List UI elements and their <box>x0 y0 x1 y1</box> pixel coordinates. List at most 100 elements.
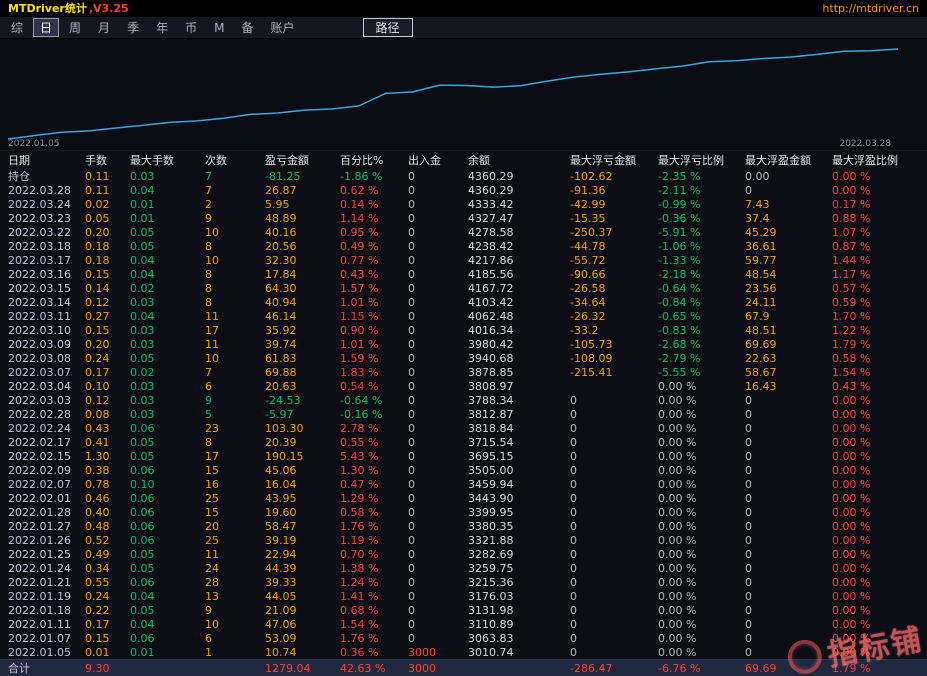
app-version: ,V3.25 <box>89 0 129 17</box>
cell-count: 13 <box>205 591 265 602</box>
cell-pnl: 69.88 <box>265 367 340 378</box>
table-row[interactable]: 2022.01.180.220.05921.090.68 %03131.9800… <box>0 603 927 617</box>
table-row[interactable]: 2022.01.270.480.062058.471.76 %03380.350… <box>0 519 927 533</box>
menu-item-8[interactable]: 备 <box>234 18 260 37</box>
column-header-max-float-profit: 最大浮盈金额 <box>745 155 832 166</box>
cell-max-float-profit: 7.43 <box>745 199 832 210</box>
table-row[interactable]: 持仓0.110.037-81.25-1.86 %04360.29-102.62-… <box>0 169 927 183</box>
cell-count: 9 <box>205 213 265 224</box>
table-row[interactable]: 2022.03.070.170.02769.881.83 %03878.85-2… <box>0 365 927 379</box>
cell-max-float-profit: 67.9 <box>745 311 832 322</box>
table-row[interactable]: 2022.01.280.400.061519.600.58 %03399.950… <box>0 505 927 519</box>
table-row[interactable]: 2022.01.250.490.051122.940.70 %03282.690… <box>0 547 927 561</box>
cell-pct: 1.01 % <box>340 339 408 350</box>
cell-max-float-profit: 58.67 <box>745 367 832 378</box>
total-row[interactable]: 合计9.301279.0442.63 %3000-286.47-6.76 %69… <box>0 659 927 676</box>
menu-item-9[interactable]: 账户 <box>263 18 301 37</box>
cell-cash-flow: 0 <box>408 171 468 182</box>
cell-count: 8 <box>205 297 265 308</box>
cell-max-lots: 0.06 <box>130 633 205 644</box>
cell-max-float-profit: 0 <box>745 423 832 434</box>
cell-lots: 9.30 <box>85 663 130 674</box>
table-row[interactable]: 2022.03.040.100.03620.630.54 %03808.970.… <box>0 379 927 393</box>
cell-max-float-loss-pct: 0.00 % <box>658 619 745 630</box>
cell-date: 2022.01.21 <box>8 577 85 588</box>
menu-item-7[interactable]: M <box>207 20 231 36</box>
table-row[interactable]: 2022.02.070.780.101616.040.47 %03459.940… <box>0 477 927 491</box>
cell-max-float-loss: -105.73 <box>570 339 658 350</box>
cell-max-float-loss: -286.47 <box>570 663 658 674</box>
cell-max-float-profit: 0 <box>745 605 832 616</box>
table-row[interactable]: 2022.03.180.180.05820.560.49 %04238.42-4… <box>0 239 927 253</box>
cell-max-lots: 0.04 <box>130 269 205 280</box>
cell-max-lots: 0.06 <box>130 577 205 588</box>
table-row[interactable]: 2022.03.150.140.02864.301.57 %04167.72-2… <box>0 281 927 295</box>
table-row[interactable]: 2022.01.110.170.041047.061.54 %03110.890… <box>0 617 927 631</box>
cell-max-float-profit-pct: 0.00 % <box>832 465 927 476</box>
table-row[interactable]: 2022.03.230.050.01948.891.14 %04327.47-1… <box>0 211 927 225</box>
cell-max-float-profit-pct: 0.00 % <box>832 171 927 182</box>
cell-balance: 4185.56 <box>468 269 570 280</box>
cell-lots: 0.02 <box>85 199 130 210</box>
menu-item-5[interactable]: 年 <box>149 18 175 37</box>
table-row[interactable]: 2022.01.190.240.041344.051.41 %03176.030… <box>0 589 927 603</box>
cell-cash-flow: 0 <box>408 507 468 518</box>
table-row[interactable]: 2022.03.030.120.039-24.53-0.64 %03788.34… <box>0 393 927 407</box>
table-row[interactable]: 2022.02.280.080.035-5.97-0.16 %03812.870… <box>0 407 927 421</box>
table-row[interactable]: 2022.01.260.520.062539.191.19 %03321.880… <box>0 533 927 547</box>
cell-max-float-loss: -55.72 <box>570 255 658 266</box>
cell-max-float-loss-pct: 0.00 % <box>658 381 745 392</box>
table-row[interactable]: 2022.01.050.010.01110.740.36 %30003010.7… <box>0 645 927 659</box>
table-row[interactable]: 2022.02.010.460.062543.951.29 %03443.900… <box>0 491 927 505</box>
cell-count: 15 <box>205 465 265 476</box>
cell-count: 8 <box>205 283 265 294</box>
table-row[interactable]: 2022.03.110.270.041146.141.15 %04062.48-… <box>0 309 927 323</box>
cell-count: 16 <box>205 479 265 490</box>
cell-max-float-profit-pct: 0.88 % <box>832 213 927 224</box>
cell-pnl: 64.30 <box>265 283 340 294</box>
table-row[interactable]: 2022.03.140.120.03840.941.01 %04103.42-3… <box>0 295 927 309</box>
table-row[interactable]: 2022.03.170.180.041032.300.77 %04217.86-… <box>0 253 927 267</box>
table-row[interactable]: 2022.02.090.380.061545.061.30 %03505.000… <box>0 463 927 477</box>
cell-cash-flow: 0 <box>408 479 468 490</box>
cell-count: 10 <box>205 227 265 238</box>
table-row[interactable]: 2022.03.280.110.04726.870.62 %04360.29-9… <box>0 183 927 197</box>
cell-max-lots: 0.03 <box>130 297 205 308</box>
menu-item-3[interactable]: 月 <box>91 18 117 37</box>
table-row[interactable]: 2022.02.170.410.05820.390.55 %03715.5400… <box>0 435 927 449</box>
cell-max-float-profit-pct: 1.44 % <box>832 255 927 266</box>
cell-pct: 0.14 % <box>340 199 408 210</box>
table-row[interactable]: 2022.01.210.550.062839.331.24 %03215.360… <box>0 575 927 589</box>
table-row[interactable]: 2022.03.220.200.051040.160.95 %04278.58-… <box>0 225 927 239</box>
table-row[interactable]: 2022.03.240.020.0125.950.14 %04333.42-42… <box>0 197 927 211</box>
table-row[interactable]: 2022.02.240.430.0623103.302.78 %03818.84… <box>0 421 927 435</box>
table-row[interactable]: 2022.03.080.240.051061.831.59 %03940.68-… <box>0 351 927 365</box>
cell-pct: 0.49 % <box>340 241 408 252</box>
cell-cash-flow: 0 <box>408 563 468 574</box>
menu-item-1[interactable]: 日 <box>33 18 59 37</box>
menu-item-4[interactable]: 季 <box>120 18 146 37</box>
cell-count: 7 <box>205 171 265 182</box>
cell-pnl: 53.09 <box>265 633 340 644</box>
cell-max-float-profit-pct: 0.00 % <box>832 647 927 658</box>
cell-date: 2022.02.09 <box>8 465 85 476</box>
menu-item-2[interactable]: 周 <box>62 18 88 37</box>
menu-item-0[interactable]: 综 <box>4 18 30 37</box>
table-row[interactable]: 2022.01.070.150.06653.091.76 %03063.8300… <box>0 631 927 645</box>
menu-item-6[interactable]: 币 <box>178 18 204 37</box>
cell-balance: 3215.36 <box>468 577 570 588</box>
cell-max-float-profit-pct: 0.00 % <box>832 521 927 532</box>
cell-count: 15 <box>205 507 265 518</box>
table-row[interactable]: 2022.03.090.200.031139.741.01 %03980.42-… <box>0 337 927 351</box>
cell-date: 2022.02.15 <box>8 451 85 462</box>
table-row[interactable]: 2022.01.240.340.052444.391.38 %03259.750… <box>0 561 927 575</box>
cell-max-lots: 0.06 <box>130 521 205 532</box>
table-row[interactable]: 2022.03.100.150.031735.920.90 %04016.34-… <box>0 323 927 337</box>
cell-max-float-profit: 24.11 <box>745 297 832 308</box>
cell-pnl: 39.33 <box>265 577 340 588</box>
table-row[interactable]: 2022.03.160.150.04817.840.43 %04185.56-9… <box>0 267 927 281</box>
table-header: 日期手数最大手数次数盈亏金额百分比%出入金余额最大浮亏金额最大浮亏比例最大浮盈金… <box>0 152 927 169</box>
table-row[interactable]: 2022.02.151.300.0517190.155.43 %03695.15… <box>0 449 927 463</box>
path-button[interactable]: 路径 <box>363 18 413 37</box>
cell-max-lots: 0.05 <box>130 451 205 462</box>
